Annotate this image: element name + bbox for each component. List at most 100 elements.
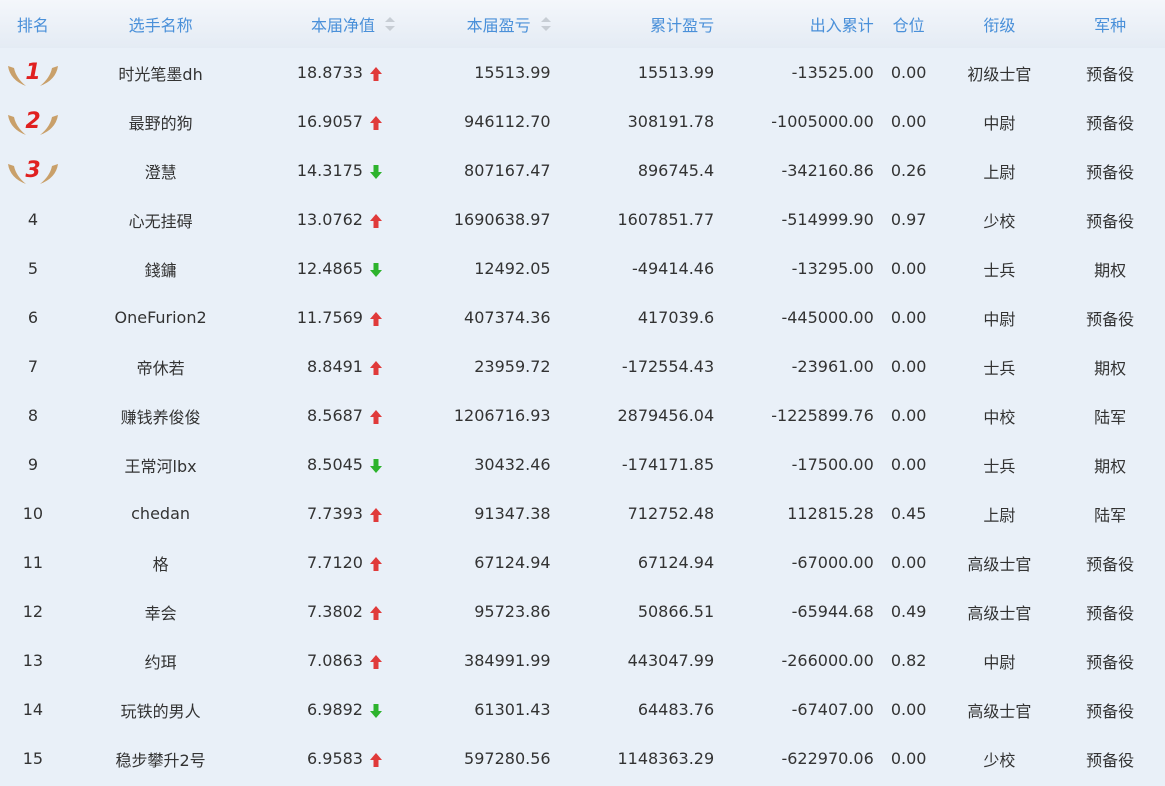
medal-number: 3 <box>25 158 40 183</box>
player-name[interactable]: 玩铁的男人 <box>66 698 256 722</box>
table-row[interactable]: 5 錢鏞 12.4865 12492.05 -49414.46 -13295.00 0.00… <box>0 244 1165 293</box>
net-value: 13.0762 <box>296 210 363 229</box>
net-value-cell: 6.9892 <box>255 700 395 719</box>
inout-value: -514999.90 <box>781 210 874 229</box>
table-row[interactable]: 6 OneFurion2 11.7569 407374.36 417039.6 -4450… <box>0 293 1165 342</box>
medal-wing-right <box>39 163 58 184</box>
inout-value: -342160.86 <box>781 161 874 180</box>
player-name[interactable]: 最野的狗 <box>66 110 256 134</box>
table-row[interactable]: 10 chedan 7.7393 91347.38 712752.48 112815.28… <box>0 489 1165 538</box>
net-value: 14.3175 <box>296 161 363 180</box>
table-row[interactable]: 3 澄慧 14.3175 807167.47 896745.4 -342160.86 0.2… <box>0 146 1165 195</box>
profit-value: 807167.47 <box>464 161 551 180</box>
rank-title: 中尉 <box>983 309 1016 329</box>
rank-title: 上尉 <box>983 162 1016 182</box>
player-name[interactable]: 稳步攀升2号 <box>66 747 256 771</box>
net-value-cell: 13.0762 <box>255 210 395 229</box>
col-header-total-profit: 累计盈亏 <box>650 16 715 35</box>
rank-title: 高级士官 <box>967 603 1032 623</box>
player-name[interactable]: 錢鏞 <box>66 257 256 281</box>
arm-type: 陆军 <box>1094 505 1127 525</box>
net-value: 7.3802 <box>307 602 363 621</box>
position-value: 0.00 <box>890 455 927 474</box>
player-name[interactable]: 心无挂碍 <box>66 208 256 232</box>
rank-cell: 13 <box>22 651 44 670</box>
total-profit-value: 64483.76 <box>637 700 715 719</box>
net-value-cell: 8.5687 <box>255 406 395 425</box>
table-row[interactable]: 11 格 7.7120 67124.94 67124.94 -67000.00 0.00 高级… <box>0 538 1165 587</box>
sort-icon[interactable] <box>384 17 395 31</box>
table-row[interactable]: 13 约珥 7.0863 384991.99 443047.99 -266000.00 0.… <box>0 636 1165 685</box>
table-row[interactable]: 9 王常河lbx 8.5045 30432.46 -174171.85 -17500.00… <box>0 440 1165 489</box>
arm-type: 预备役 <box>1086 162 1135 182</box>
net-value: 12.4865 <box>296 259 363 278</box>
col-header-profit-label: 本届盈亏 <box>466 16 531 35</box>
player-name[interactable]: 约珥 <box>66 649 256 673</box>
rank-cell: 11 <box>22 553 44 572</box>
arrow-up-icon <box>363 602 389 621</box>
rank-title: 中尉 <box>983 652 1016 672</box>
player-name[interactable]: 时光笔墨dh <box>66 61 256 85</box>
table-row[interactable]: 12 幸会 7.3802 95723.86 50866.51 -65944.68 0.49 高… <box>0 587 1165 636</box>
medal-number: 2 <box>25 109 40 134</box>
inout-value: -67000.00 <box>791 553 874 572</box>
rank-title: 高级士官 <box>967 554 1032 574</box>
player-name[interactable]: 格 <box>66 551 256 575</box>
net-value-cell: 6.9583 <box>255 749 395 768</box>
inout-value: -1005000.00 <box>771 112 874 131</box>
profit-value: 384991.99 <box>464 651 551 670</box>
table-row[interactable]: 8 赚钱养俊俊 8.5687 1206716.93 2879456.04 -1225899… <box>0 391 1165 440</box>
table-row[interactable]: 4 心无挂碍 13.0762 1690638.97 1607851.77 -514999.… <box>0 195 1165 244</box>
player-name[interactable]: 帝休若 <box>66 355 256 379</box>
profit-value: 1206716.93 <box>453 406 551 425</box>
table-row[interactable]: 2 最野的狗 16.9057 946112.70 308191.78 -1005000.0… <box>0 97 1165 146</box>
arm-type: 预备役 <box>1086 211 1135 231</box>
sort-icon[interactable] <box>540 17 551 31</box>
rank-title: 少校 <box>983 211 1016 231</box>
player-name[interactable]: OneFurion2 <box>66 308 256 327</box>
col-header-rank-title: 衔级 <box>983 16 1016 35</box>
medal-icon: 2 <box>7 109 58 135</box>
table-row[interactable]: 1 时光笔墨dh 18.8733 15513.99 15513.99 -13525.00 0… <box>0 48 1165 97</box>
col-header-name: 选手名称 <box>128 16 193 35</box>
rank-cell: 10 <box>22 504 44 523</box>
inout-value: -13525.00 <box>791 63 874 82</box>
net-value: 8.5687 <box>307 406 363 425</box>
player-name[interactable]: 幸会 <box>66 600 256 624</box>
arm-type: 预备役 <box>1086 113 1135 133</box>
table-row[interactable]: 14 玩铁的男人 6.9892 61301.43 64483.76 -67407.00 0.… <box>0 685 1165 734</box>
position-value: 0.26 <box>890 161 927 180</box>
inout-value: -17500.00 <box>791 455 874 474</box>
rank-cell: 12 <box>22 602 44 621</box>
medal-icon: 1 <box>7 60 58 86</box>
rank-title: 中尉 <box>983 113 1016 133</box>
col-header-arm: 军种 <box>1094 16 1127 35</box>
inout-value: -1225899.76 <box>771 406 874 425</box>
table-row[interactable]: 15 稳步攀升2号 6.9583 597280.56 1148363.29 -622970… <box>0 734 1165 783</box>
col-header-profit[interactable]: 本届盈亏 <box>395 12 555 36</box>
net-value: 8.8491 <box>307 357 363 376</box>
inout-value: -65944.68 <box>791 602 874 621</box>
player-name[interactable]: 王常河lbx <box>66 453 256 477</box>
col-header-net-value[interactable]: 本届净值 <box>255 12 395 36</box>
position-value: 0.00 <box>890 112 927 131</box>
medal-wing-right <box>39 114 58 135</box>
player-name[interactable]: 澄慧 <box>66 159 256 183</box>
table-row[interactable]: 7 帝休若 8.8491 23959.72 -172554.43 -23961.00 0.0… <box>0 342 1165 391</box>
net-value-cell: 7.7120 <box>255 553 395 572</box>
rank-title: 初级士官 <box>967 64 1032 84</box>
rank-title: 士兵 <box>983 456 1016 476</box>
arm-type: 陆军 <box>1094 407 1127 427</box>
arm-type: 预备役 <box>1086 701 1135 721</box>
medal-wing-left <box>7 65 26 86</box>
rank-cell: 3 <box>0 156 66 186</box>
arrow-down-icon <box>363 161 389 180</box>
net-value-cell: 18.8733 <box>255 63 395 82</box>
arm-type: 期权 <box>1094 260 1127 280</box>
rank-cell: 6 <box>27 308 38 327</box>
player-name[interactable]: chedan <box>66 504 256 523</box>
net-value: 6.9583 <box>307 749 363 768</box>
total-profit-value: 443047.99 <box>627 651 715 670</box>
rank-cell: 2 <box>0 107 66 137</box>
player-name[interactable]: 赚钱养俊俊 <box>66 404 256 428</box>
